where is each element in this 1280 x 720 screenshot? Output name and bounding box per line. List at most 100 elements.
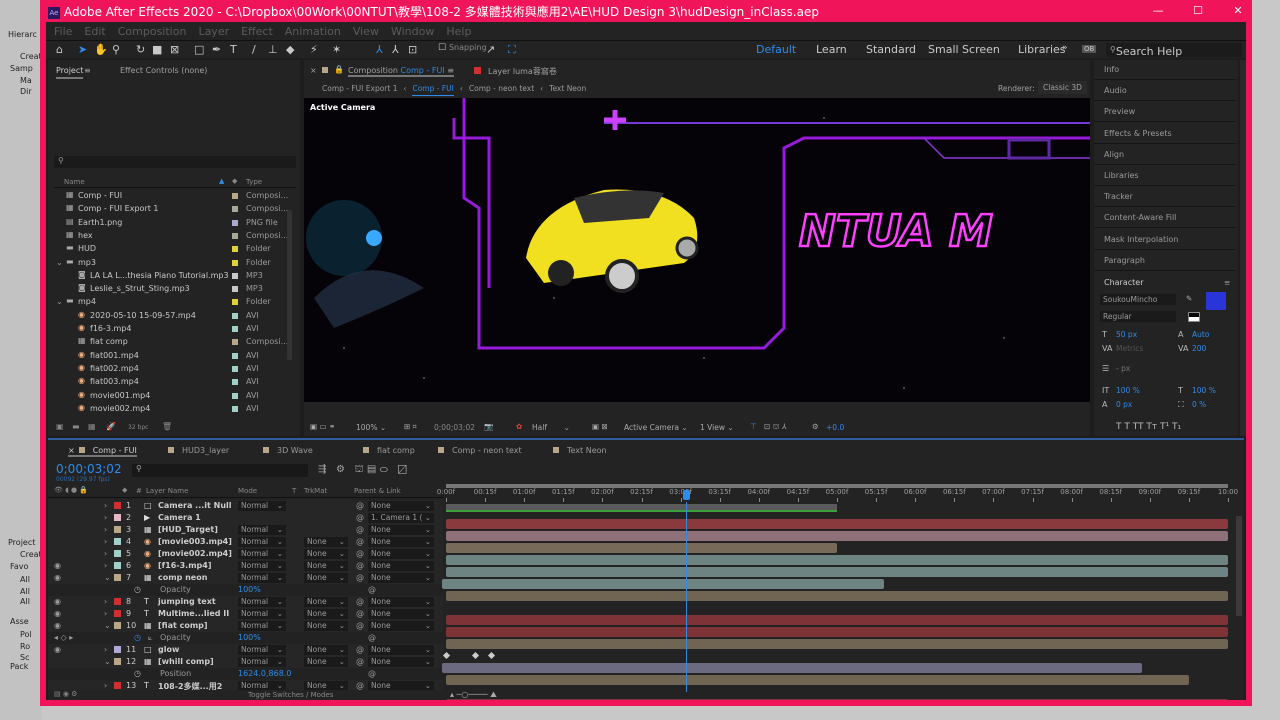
tab-composition[interactable]: Composition Comp - FUI ≡ <box>348 66 454 77</box>
menu-window[interactable]: Window <box>391 25 434 38</box>
stroke-width-value[interactable]: - px <box>1116 364 1130 373</box>
project-item[interactable]: ◉ 2020-05-10 15-09-57.mp4 AVI <box>54 310 296 323</box>
layer-name[interactable]: Camera ...it Null <box>158 501 232 510</box>
layer-name[interactable]: [HUD_Target] <box>158 525 218 534</box>
more-workspaces-icon[interactable]: » <box>1062 43 1068 53</box>
breadcrumb-item[interactable]: Text Neon <box>549 84 586 96</box>
timeline-tab[interactable]: Comp - neon text <box>438 446 522 455</box>
brush-tool-icon[interactable]: / <box>252 43 256 56</box>
label-color-swatch[interactable] <box>232 299 238 306</box>
font-size-value[interactable]: 50 px <box>1116 330 1137 339</box>
tsume-value[interactable]: 0 % <box>1192 400 1206 409</box>
timeline-tab[interactable]: × Comp - FUI <box>68 446 137 457</box>
snapshot-icon[interactable]: 📷 <box>484 422 493 431</box>
blend-mode-select[interactable]: Normal ⌄ <box>238 609 286 619</box>
layer-name[interactable]: [f16-3.mp4] <box>158 561 211 570</box>
project-item[interactable]: ▬ HUD Folder <box>54 243 296 256</box>
panel-align[interactable]: Align <box>1094 145 1236 165</box>
pickwhip-icon[interactable]: @ <box>356 513 364 522</box>
puppet-tool-icon[interactable]: ✶ <box>332 43 341 56</box>
region-of-interest-icon[interactable]: ▣ ⊠ <box>592 422 608 431</box>
tab-project[interactable]: Project <box>56 66 84 79</box>
track-matte-select[interactable]: None ⌄ <box>304 657 348 667</box>
layer-duration-bar[interactable] <box>446 627 1228 637</box>
parent-select[interactable]: None ⌄ <box>368 657 434 667</box>
timeline-tab[interactable]: fiat comp <box>363 446 415 455</box>
project-item[interactable]: ◉ fiat002.mp4 AVI <box>54 363 296 376</box>
project-item[interactable]: ◉ f16-3.mp4 AVI <box>54 323 296 336</box>
layer-label-swatch[interactable] <box>114 610 121 617</box>
layer-name[interactable]: comp neon <box>158 573 207 582</box>
label-color-swatch[interactable] <box>232 219 238 226</box>
menu-composition[interactable]: Composition <box>118 25 187 38</box>
motion-blur-icon[interactable]: ⬭ <box>379 464 388 475</box>
pickwhip-icon[interactable]: @ <box>356 501 364 510</box>
layer-name[interactable]: jumping text <box>158 597 216 606</box>
parent-select[interactable]: None ⌄ <box>368 525 434 535</box>
roto-brush-tool-icon[interactable]: ⚡ <box>310 43 318 56</box>
track-matte-select[interactable]: None ⌄ <box>304 573 348 583</box>
panel-menu-icon[interactable]: ≡ <box>1224 278 1230 287</box>
keyframe-icon[interactable] <box>487 651 495 660</box>
label-color-swatch[interactable] <box>232 272 238 279</box>
stopwatch-icon[interactable]: ◷ <box>134 669 141 678</box>
home-icon[interactable]: ⌂ <box>56 43 63 56</box>
playhead-handle[interactable] <box>683 490 691 500</box>
layer-duration-bar[interactable] <box>446 675 1189 685</box>
pickwhip-icon[interactable]: @ <box>356 597 364 606</box>
search-help-input[interactable]: ⚲ Search Help <box>1106 43 1242 58</box>
breadcrumb-item[interactable]: Comp - FUI Export 1 <box>322 84 397 96</box>
pickwhip-icon[interactable]: @ <box>368 669 376 678</box>
project-item[interactable]: ◙ LA LA L...thesia Piano Tutorial.mp3 MP3 <box>54 270 296 283</box>
visibility-eye-icon[interactable]: ◉ <box>54 573 61 582</box>
parent-select[interactable]: None ⌄ <box>368 609 434 619</box>
blend-mode-select[interactable]: Normal ⌄ <box>238 645 286 655</box>
sort-up-icon[interactable]: ▲ <box>219 177 224 185</box>
label-color-swatch[interactable] <box>232 206 238 213</box>
project-scrollbar[interactable] <box>287 210 292 360</box>
menu-layer[interactable]: Layer <box>198 25 229 38</box>
layer-label-swatch[interactable] <box>114 538 121 545</box>
expand-chevron-icon[interactable]: › <box>104 597 107 606</box>
blend-mode-select[interactable]: Normal ⌄ <box>238 501 286 511</box>
tab-effect-controls[interactable]: Effect Controls (none) <box>120 66 207 75</box>
trash-icon[interactable]: 🗑 <box>162 422 172 431</box>
project-item[interactable]: ▤ Earth1.png PNG file <box>54 217 296 230</box>
stopwatch-icon[interactable]: ◷ <box>134 633 141 642</box>
label-color-swatch[interactable] <box>232 246 238 253</box>
lock-icon[interactable]: 🔒 <box>334 65 344 74</box>
expand-chevron-icon[interactable]: › <box>104 501 107 510</box>
horizontal-scale-value[interactable]: 100 % <box>1192 386 1216 395</box>
layer-duration-bar[interactable] <box>442 663 1142 673</box>
layer-row[interactable]: ◉ › 9 T Multime...lied II Normal ⌄ None ⌄ @ None ⌄ <box>48 608 443 620</box>
layer-duration-bar[interactable] <box>446 615 1228 625</box>
pickwhip-icon[interactable]: @ <box>356 573 364 582</box>
menu-animation[interactable]: Animation <box>285 25 341 38</box>
panel-info[interactable]: Info <box>1094 60 1236 80</box>
rotate-tool-icon[interactable]: ↻ <box>136 43 145 56</box>
menu-edit[interactable]: Edit <box>84 25 105 38</box>
layer-label-swatch[interactable] <box>114 682 121 689</box>
property-value[interactable]: 100% <box>238 633 261 642</box>
blend-mode-select[interactable]: Normal ⌄ <box>238 621 286 631</box>
label-color-swatch[interactable] <box>232 352 238 359</box>
work-area-bar[interactable] <box>446 504 837 512</box>
label-color-swatch[interactable] <box>232 232 238 239</box>
draft-3d-toggle-icon[interactable]: ⚙ <box>336 464 345 475</box>
blend-mode-select[interactable]: Normal ⌄ <box>238 549 286 559</box>
timeline-scrollbar[interactable] <box>1236 516 1242 616</box>
layer-name[interactable]: Multime...lied II <box>158 609 229 618</box>
current-timecode[interactable]: 0;00;03;02 <box>56 462 122 476</box>
workspace-small-screen[interactable]: Small Screen <box>928 43 1000 56</box>
parent-select[interactable]: None ⌄ <box>368 621 434 631</box>
timeline-tab[interactable]: HUD3_layer <box>168 446 229 455</box>
kerning-value[interactable]: Metrics <box>1116 344 1143 353</box>
project-item[interactable]: ◉ movie001.mp4 AVI <box>54 390 296 403</box>
toggle-switches-modes-button[interactable]: Toggle Switches / Modes <box>248 691 333 699</box>
parent-select[interactable]: None ⌄ <box>368 501 434 511</box>
menu-file[interactable]: File <box>54 25 72 38</box>
parent-select[interactable]: 1. Camera 1 (⌄ <box>368 513 434 523</box>
layer-row[interactable]: › 5 ◉ [movie002.mp4] Normal ⌄ None ⌄ @ None ⌄ <box>48 548 443 560</box>
render-queue-icon[interactable]: 🚀 <box>106 422 116 431</box>
panel-content-aware-fill[interactable]: Content-Aware Fill <box>1094 208 1236 229</box>
